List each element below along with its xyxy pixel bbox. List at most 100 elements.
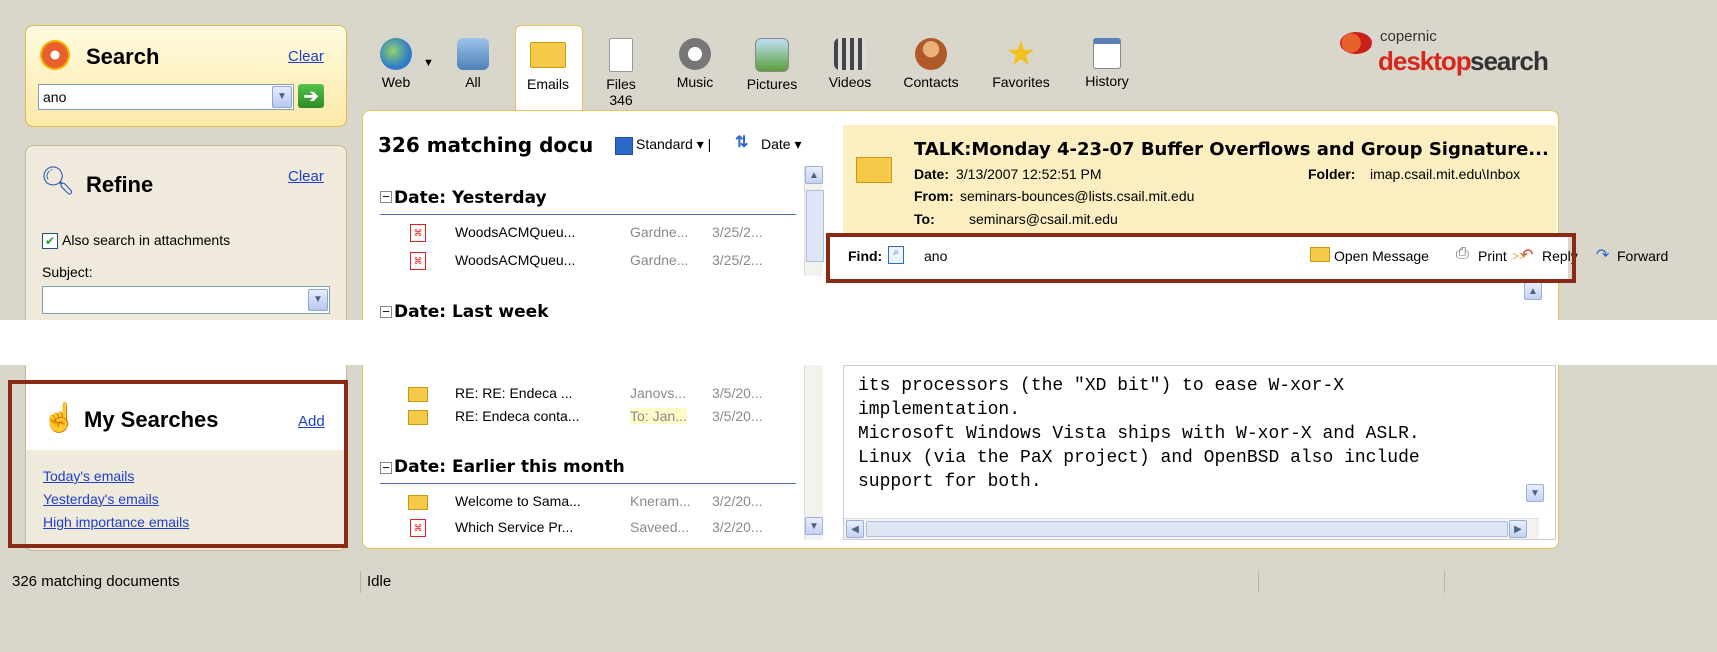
result-author: To: Jan... xyxy=(630,408,687,424)
result-author: Gardne... xyxy=(630,252,689,268)
refine-panel: 🔍︎ Refine Clear ✔ Also search in attachm… xyxy=(25,145,347,320)
preview-folder: imap.csail.mit.edu\Inbox xyxy=(1370,166,1521,182)
preview-hscrollbar[interactable]: ◀ ▶ xyxy=(844,518,1539,539)
body-line: Microsoft Windows Vista ships with W-xor… xyxy=(858,424,1420,444)
group-header-earlier-this-month[interactable]: Date: Earlier this month xyxy=(394,457,625,477)
body-line: its processors (the "XD bit") to ease W-… xyxy=(858,376,1345,396)
tab-emails[interactable]: Emails xyxy=(522,38,574,92)
status-divider xyxy=(1444,571,1445,593)
view-grid-icon[interactable] xyxy=(615,137,633,155)
tab-contacts[interactable]: Contacts xyxy=(898,38,964,90)
attachments-label: Also search in attachments xyxy=(62,232,231,248)
result-row[interactable]: RE: RE: Endeca ... Janovs... 3/5/20... xyxy=(380,385,796,407)
tab-files-label: Files xyxy=(606,76,636,92)
tab-emails-label: Emails xyxy=(526,76,569,92)
subject-input[interactable]: ▼ xyxy=(42,286,330,314)
forward-icon: ↷ xyxy=(1596,247,1610,264)
result-row[interactable]: ⌘ Which Service Pr... Saveed... 3/2/20..… xyxy=(380,519,796,539)
group-collapse-icon[interactable]: − xyxy=(380,305,392,318)
sort-label: Date xyxy=(761,136,791,152)
tab-files[interactable]: Files 346 xyxy=(598,38,644,108)
preview-body-text: its processors (the "XD bit") to ease W-… xyxy=(858,374,1420,494)
result-title: Which Service Pr... xyxy=(455,519,574,535)
tab-pictures[interactable]: Pictures xyxy=(740,38,804,92)
subject-label: Subject: xyxy=(42,264,93,280)
results-scrollbar-bottom[interactable]: ▼ xyxy=(804,365,823,540)
tab-web-label: Web xyxy=(381,74,411,90)
result-date: 3/5/20... xyxy=(712,385,763,401)
document-icon xyxy=(609,38,633,72)
logo-line2b: search xyxy=(1470,46,1549,76)
sort-az-icon[interactable]: ⇅ xyxy=(735,132,748,152)
tab-music[interactable]: Music xyxy=(670,38,720,90)
search-clear-link[interactable]: Clear xyxy=(288,48,324,65)
annotation-highlight-action-bar xyxy=(826,233,1576,283)
star-icon: ★ xyxy=(1005,35,1037,73)
tab-videos[interactable]: Videos xyxy=(824,38,876,90)
result-date: 3/5/20... xyxy=(712,408,763,424)
scroll-left-button[interactable]: ◀ xyxy=(846,520,864,538)
tab-history-label: History xyxy=(1085,73,1129,89)
view-mode-dropdown[interactable]: Standard ▾ | xyxy=(636,136,711,153)
tab-history[interactable]: History xyxy=(1078,38,1136,89)
preview-from: seminars-bounces@lists.csail.mit.edu xyxy=(960,188,1195,204)
preview-scroll-down-button[interactable]: ▼ xyxy=(1526,484,1544,502)
group-header-last-week[interactable]: Date: Last week xyxy=(394,302,549,320)
copernic-logo: copernic desktop search xyxy=(1340,28,1560,78)
tab-favorites[interactable]: ★ Favorites xyxy=(986,35,1056,90)
preview-from-label: From: xyxy=(914,188,954,204)
tab-all[interactable]: All xyxy=(450,38,496,90)
refine-clear-link[interactable]: Clear xyxy=(288,168,324,185)
forward-button[interactable]: Forward xyxy=(1617,248,1668,264)
cropped-gap xyxy=(0,320,1717,365)
attachments-checkbox[interactable]: ✔ xyxy=(42,233,58,249)
preview-to-label: To: xyxy=(914,211,935,227)
status-divider xyxy=(1258,571,1259,593)
email-envelope-icon xyxy=(856,157,892,183)
scroll-down-button[interactable]: ▼ xyxy=(805,517,823,535)
preview-folder-label: Folder: xyxy=(1308,166,1356,182)
tab-all-label: All xyxy=(465,74,481,90)
tab-web[interactable]: Web xyxy=(373,38,419,90)
subject-dropdown[interactable]: ▼ xyxy=(308,289,328,311)
results-list-bottom: RE: RE: Endeca ... Janovs... 3/5/20... R… xyxy=(380,365,798,540)
scroll-up-button[interactable]: ▲ xyxy=(805,166,823,184)
search-go-button[interactable]: ➔ xyxy=(298,84,324,108)
search-input[interactable]: ano ▼ xyxy=(38,84,294,110)
result-date: 3/2/20... xyxy=(712,493,763,509)
hscroll-thumb[interactable] xyxy=(866,521,1508,537)
results-count: 326 matching docu xyxy=(378,133,594,157)
result-row[interactable]: ⌘ WoodsACMQueu... Gardne... 3/25/2... xyxy=(380,252,796,274)
result-date: 3/25/2... xyxy=(712,224,763,240)
result-title: Welcome to Sama... xyxy=(455,493,581,509)
logo-line1: copernic xyxy=(1380,28,1437,45)
globe-icon xyxy=(380,38,412,70)
preview-scroll-up-button[interactable]: ▲ xyxy=(1524,282,1542,300)
status-count: 326 matching documents xyxy=(12,573,180,590)
result-date: 3/2/20... xyxy=(712,519,763,535)
group-header-yesterday[interactable]: Date: Yesterday xyxy=(394,188,547,208)
result-row[interactable]: RE: Endeca conta... To: Jan... 3/5/20... xyxy=(380,408,796,430)
search-query-text: ano xyxy=(43,89,67,105)
status-bar: 326 matching documents Idle xyxy=(0,565,1717,652)
scroll-thumb[interactable] xyxy=(806,190,824,262)
preview-date-label: Date: xyxy=(914,166,950,182)
group-collapse-icon[interactable]: − xyxy=(380,461,392,474)
result-author: Gardne... xyxy=(630,224,689,240)
tab-pictures-label: Pictures xyxy=(746,76,798,92)
group-collapse-icon[interactable]: − xyxy=(380,190,392,203)
result-title: WoodsACMQueu... xyxy=(455,224,576,240)
result-title: RE: RE: Endeca ... xyxy=(455,385,573,401)
result-title: WoodsACMQueu... xyxy=(455,252,576,268)
scroll-right-button[interactable]: ▶ xyxy=(1509,520,1527,538)
web-dropdown-arrow-icon[interactable]: ▼ xyxy=(423,57,434,69)
result-author: Kneram... xyxy=(630,493,691,509)
result-row[interactable]: ⌘ WoodsACMQueu... Gardne... 3/25/2... xyxy=(380,224,796,246)
search-history-dropdown[interactable]: ▼ xyxy=(272,86,292,108)
sort-dropdown[interactable]: Date ▾ xyxy=(761,136,802,153)
results-scrollbar[interactable]: ▲ xyxy=(804,166,824,276)
email-icon xyxy=(408,410,428,425)
tab-videos-label: Videos xyxy=(828,74,872,90)
result-row[interactable]: Welcome to Sama... Kneram... 3/2/20... xyxy=(380,493,796,515)
preview-to: seminars@csail.mit.edu xyxy=(969,211,1118,227)
